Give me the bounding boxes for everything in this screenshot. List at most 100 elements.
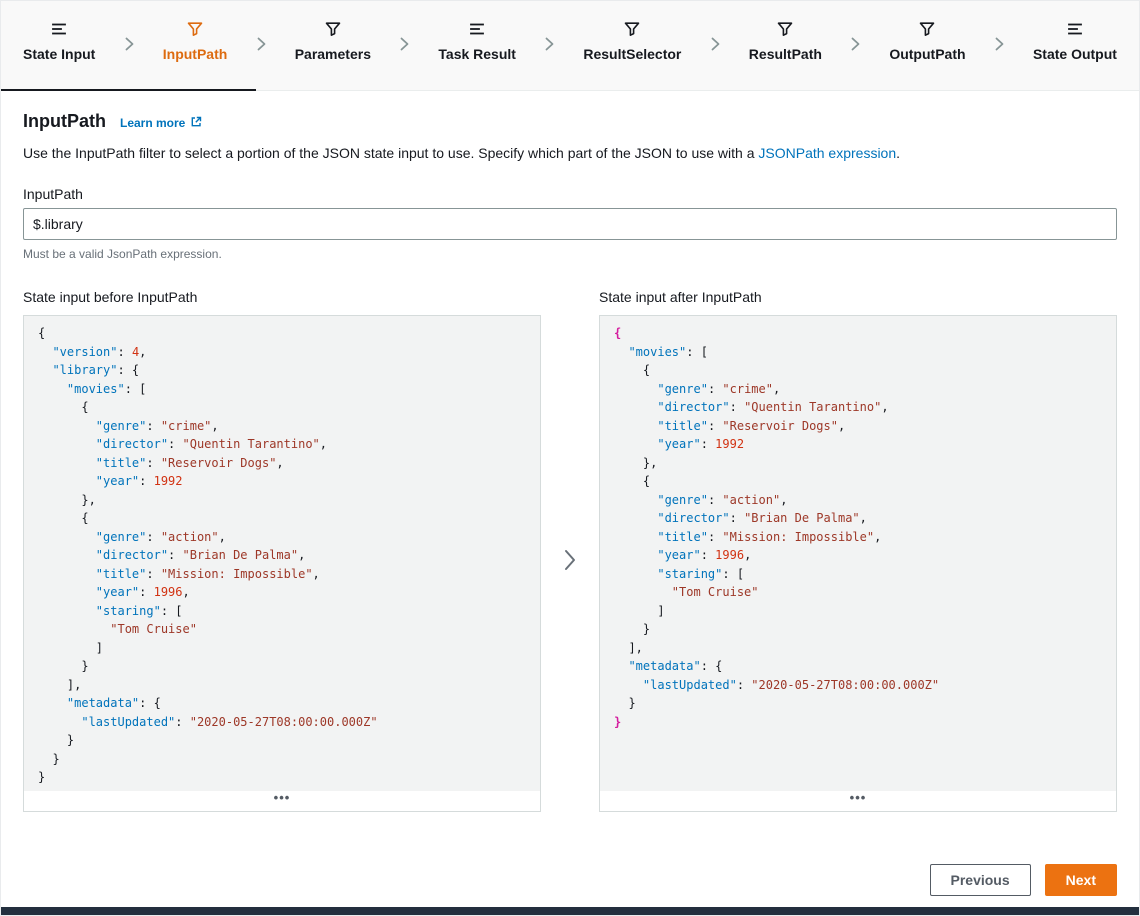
code-line: "metadata": { — [614, 657, 1102, 676]
code-line: "title": "Reservoir Dogs", — [614, 417, 1102, 436]
stepper-step-resultselector[interactable]: ResultSelector — [583, 21, 681, 62]
before-panel-expand-button[interactable]: ••• — [24, 791, 540, 811]
code-line: "movies": [ — [38, 380, 526, 399]
funnel-icon — [919, 21, 935, 37]
description-before: Use the InputPath filter to select a por… — [23, 145, 758, 161]
chevron-right-icon — [564, 549, 576, 576]
stepper-step-parameters[interactable]: Parameters — [295, 21, 371, 62]
code-line: "title": "Mission: Impossible", — [614, 528, 1102, 547]
previous-button[interactable]: Previous — [930, 864, 1031, 896]
stepper-step-task-result[interactable]: Task Result — [438, 21, 516, 62]
learn-more-label: Learn more — [120, 116, 185, 130]
description-after: . — [896, 145, 900, 161]
description-text: Use the InputPath filter to select a por… — [23, 143, 1117, 163]
code-line: } — [38, 657, 526, 676]
code-line: "staring": [ — [38, 602, 526, 621]
funnel-icon — [325, 21, 341, 37]
stepper-step-resultpath[interactable]: ResultPath — [749, 21, 822, 62]
step-label: InputPath — [163, 46, 228, 62]
code-line: ], — [614, 639, 1102, 658]
code-line: { — [38, 398, 526, 417]
step-label: OutputPath — [889, 46, 965, 62]
code-line: } — [614, 694, 1102, 713]
code-line: }, — [38, 491, 526, 510]
code-line: ] — [38, 639, 526, 658]
code-line: "director": "Quentin Tarantino", — [614, 398, 1102, 417]
code-line: "lastUpdated": "2020-05-27T08:00:00.000Z… — [614, 676, 1102, 695]
state-panels: State input before InputPath { "version"… — [23, 289, 1117, 812]
stepper-step-outputpath[interactable]: OutputPath — [889, 21, 965, 62]
step-chevron-icon — [545, 37, 554, 56]
code-line: "lastUpdated": "2020-05-27T08:00:00.000Z… — [38, 713, 526, 732]
stepper-step-inputpath[interactable]: InputPath — [163, 21, 228, 62]
funnel-icon — [624, 21, 640, 37]
funnel-icon — [187, 21, 203, 37]
step-label: ResultSelector — [583, 46, 681, 62]
code-line: "genre": "action", — [38, 528, 526, 547]
code-line: "metadata": { — [38, 694, 526, 713]
step-chevron-icon — [257, 37, 266, 56]
code-line: "title": "Reservoir Dogs", — [38, 454, 526, 473]
after-panel-expand-button[interactable]: ••• — [600, 791, 1116, 811]
list-icon — [469, 21, 485, 37]
code-line: "genre": "crime", — [38, 417, 526, 436]
code-line: "director": "Brian De Palma", — [614, 509, 1102, 528]
code-line: "director": "Quentin Tarantino", — [38, 435, 526, 454]
after-panel-title: State input after InputPath — [599, 289, 1117, 305]
step-chevron-icon — [995, 37, 1004, 56]
external-link-icon — [190, 116, 202, 131]
code-line: "year": 1992 — [614, 435, 1102, 454]
code-line: "library": { — [38, 361, 526, 380]
code-line: "genre": "action", — [614, 491, 1102, 510]
inputpath-helper-text: Must be a valid JsonPath expression. — [23, 247, 1117, 261]
wizard-stepper-steps: State Input InputPath Parameters Task Resul… — [23, 21, 1117, 62]
step-chevron-icon — [851, 37, 860, 56]
learn-more-link[interactable]: Learn more — [120, 116, 202, 131]
stepper-step-state-input[interactable]: State Input — [23, 21, 95, 62]
wizard-stepper: State Input InputPath Parameters Task Resul… — [1, 1, 1139, 91]
stepper-step-state-output[interactable]: State Output — [1033, 21, 1117, 62]
code-line: "Tom Cruise" — [38, 620, 526, 639]
code-line: "director": "Brian De Palma", — [38, 546, 526, 565]
list-icon — [51, 21, 67, 37]
after-panel-column: State input after InputPath { "movies": … — [599, 289, 1117, 812]
code-line: }, — [614, 454, 1102, 473]
after-json-code: { "movies": [ { "genre": "crime", "direc… — [600, 316, 1116, 791]
jsonpath-expression-link[interactable]: JSONPath expression — [758, 145, 896, 161]
panel-separator — [541, 289, 599, 812]
code-line: "year": 1992 — [38, 472, 526, 491]
after-code-panel: { "movies": [ { "genre": "crime", "direc… — [599, 315, 1117, 812]
step-chevron-icon — [125, 37, 134, 56]
step-label: State Output — [1033, 46, 1117, 62]
step-label: State Input — [23, 46, 95, 62]
wizard-actions: Previous Next — [23, 864, 1117, 896]
inputpath-field-label: InputPath — [23, 186, 1117, 202]
step-chevron-icon — [400, 37, 409, 56]
code-line: "genre": "crime", — [614, 380, 1102, 399]
code-line: { — [614, 472, 1102, 491]
code-line: { — [614, 324, 1102, 343]
main-content: InputPath Learn more Use the InputPath f… — [1, 91, 1139, 907]
code-line: { — [38, 509, 526, 528]
before-panel-title: State input before InputPath — [23, 289, 541, 305]
code-line: { — [614, 361, 1102, 380]
code-line: } — [38, 750, 526, 769]
step-label: Parameters — [295, 46, 371, 62]
step-chevron-icon — [711, 37, 720, 56]
code-line: "staring": [ — [614, 565, 1102, 584]
inputpath-input[interactable] — [23, 208, 1117, 240]
code-line: } — [614, 713, 1102, 732]
code-line: { — [38, 324, 526, 343]
stepper-progress-indicator — [1, 89, 256, 91]
before-json-code: { "version": 4, "library": { "movies": [… — [24, 316, 540, 791]
step-label: ResultPath — [749, 46, 822, 62]
step-label: Task Result — [438, 46, 516, 62]
code-line: ], — [38, 676, 526, 695]
code-line: } — [38, 768, 526, 787]
list-icon — [1067, 21, 1083, 37]
title-row: InputPath Learn more — [23, 111, 1117, 132]
code-line: "year": 1996, — [38, 583, 526, 602]
code-line: "title": "Mission: Impossible", — [38, 565, 526, 584]
code-line: "year": 1996, — [614, 546, 1102, 565]
next-button[interactable]: Next — [1045, 864, 1117, 896]
